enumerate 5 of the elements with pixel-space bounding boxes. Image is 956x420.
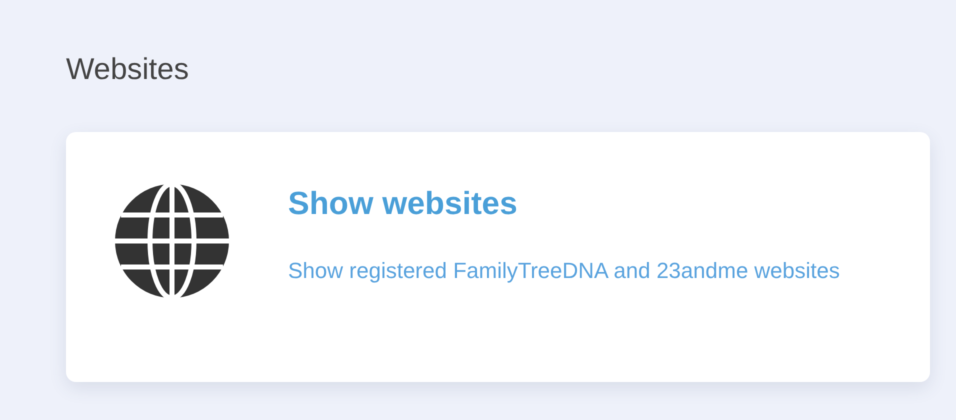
websites-card[interactable]: Show websites Show registered FamilyTreeDNA and 23andme websites (66, 132, 930, 382)
globe-icon (115, 184, 229, 298)
section-title: Websites (66, 52, 190, 88)
card-description: Show registered FamilyTreeDNA and 23andme websites (288, 257, 840, 285)
card-title[interactable]: Show websites (288, 184, 840, 222)
